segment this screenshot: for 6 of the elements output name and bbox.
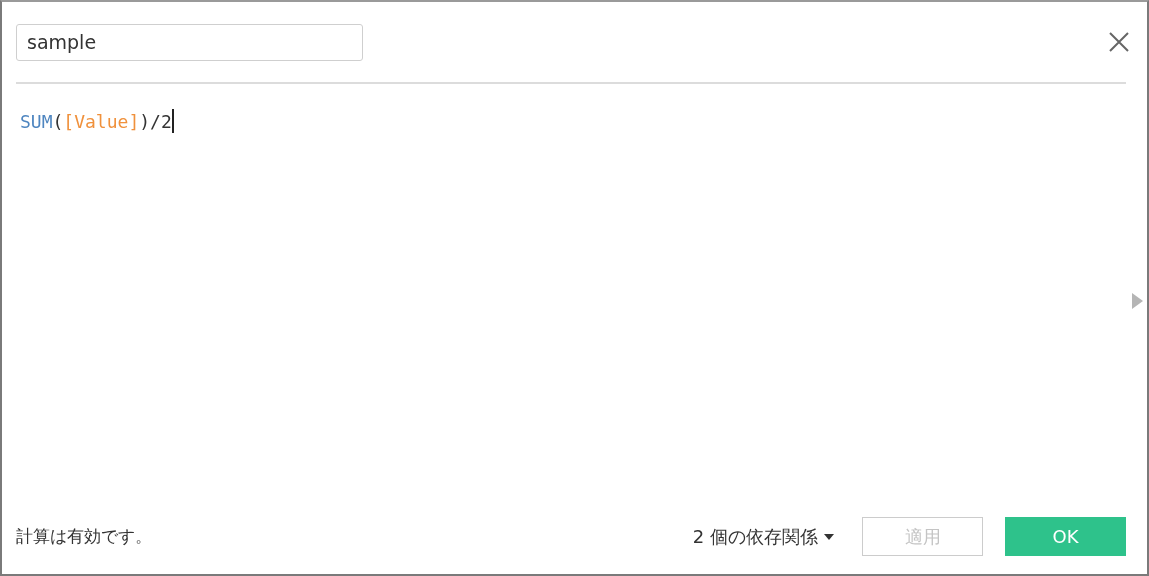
dependencies-dropdown[interactable]: 2 個の依存関係 — [692, 524, 834, 549]
status-text: 計算は有効です。 — [16, 525, 152, 548]
name-field[interactable]: sample — [16, 23, 363, 61]
formula-text[interactable]: SUM([Value])/2 — [20, 109, 174, 133]
caret-icon — [824, 533, 834, 540]
close-icon[interactable] — [1108, 31, 1130, 53]
